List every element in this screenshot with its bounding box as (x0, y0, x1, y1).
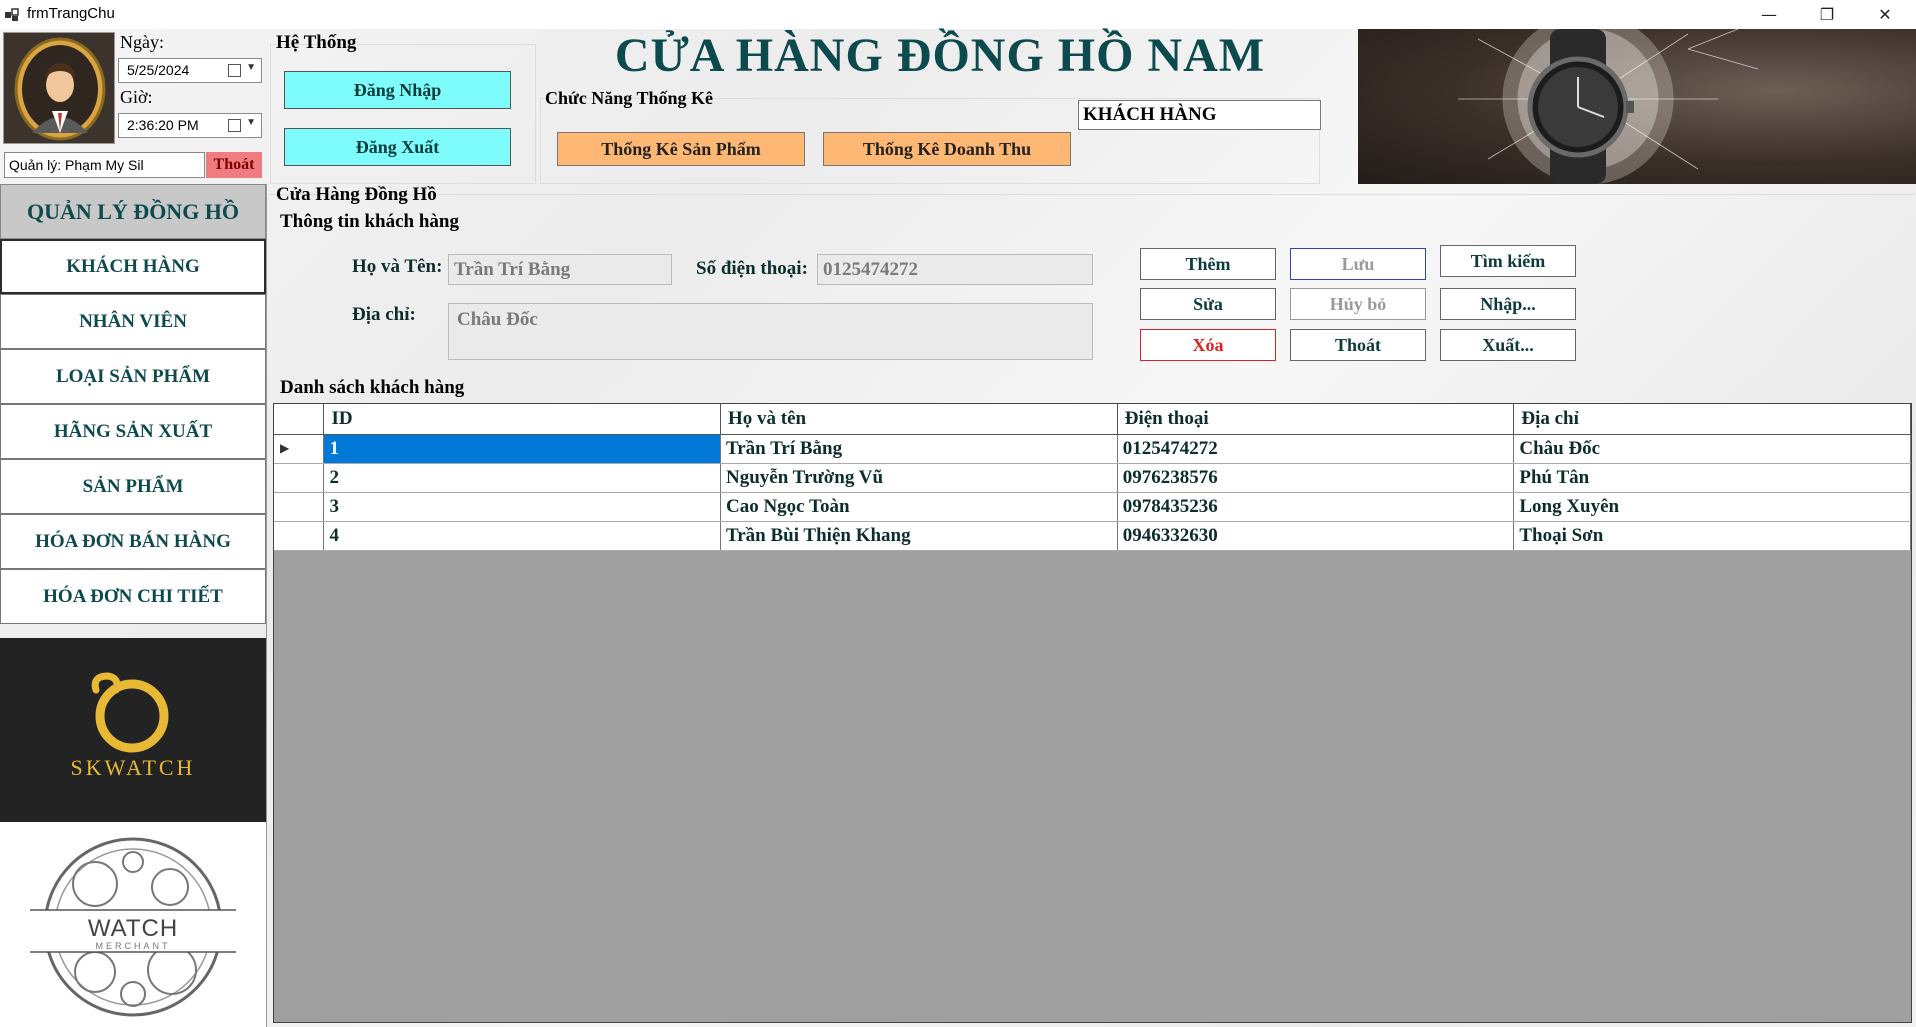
stats-products-button[interactable]: Thống Kê Sản Phẩm (557, 132, 805, 166)
cancel-button[interactable]: Hủy bỏ (1290, 288, 1426, 320)
calendar-icon[interactable] (228, 64, 241, 77)
sidebar-item-hoa-don-ban-hang[interactable]: HÓA ĐƠN BÁN HÀNG (0, 514, 266, 569)
cell-phone[interactable]: 0976238576 (1117, 463, 1515, 493)
cell-id[interactable]: 4 (323, 521, 721, 551)
cell-phone[interactable]: 0978435236 (1117, 492, 1515, 522)
column-header-name[interactable]: Họ và tên (720, 404, 1118, 435)
search-button[interactable]: Tìm kiếm (1440, 245, 1576, 277)
column-header-id[interactable]: ID (323, 404, 721, 435)
row-header[interactable] (274, 463, 325, 493)
signout-button[interactable]: Đăng Xuất (284, 128, 511, 166)
sidebar-item-san-pham[interactable]: SẢN PHẨM (0, 459, 266, 514)
cell-name[interactable]: Trần Bùi Thiện Khang (720, 521, 1118, 551)
delete-button[interactable]: Xóa (1140, 329, 1276, 361)
window-titlebar: frmTrangChu — ❐ ✕ (0, 0, 1916, 29)
row-indicator-icon[interactable]: ▶ (274, 434, 325, 464)
cell-id[interactable]: 3 (323, 492, 721, 522)
cell-name[interactable]: Cao Ngọc Toàn (720, 492, 1118, 522)
edit-button[interactable]: Sửa (1140, 288, 1276, 320)
skwatch-logo-text: SKWATCH (71, 755, 196, 780)
column-header-address[interactable]: Địa chỉ (1513, 404, 1911, 435)
watch-logo-subtext: MERCHANT (96, 941, 171, 951)
sidebar-item-hoa-don-chi-tiet[interactable]: HÓA ĐƠN CHI TIẾT (0, 569, 266, 624)
column-header-phone[interactable]: Điện thoại (1117, 404, 1515, 435)
table-row[interactable]: 4 Trần Bùi Thiện Khang 0946332630 Thoại … (274, 521, 1911, 551)
minimize-button[interactable]: — (1746, 0, 1792, 29)
cell-address[interactable]: Phú Tân (1513, 463, 1911, 493)
watch-logo-text: WATCH (88, 915, 178, 942)
spin-icon[interactable] (228, 119, 241, 132)
store-group-title: Cửa Hàng Đồng Hồ (276, 184, 437, 205)
address-label: Địa chỉ: (352, 304, 416, 325)
import-button[interactable]: Nhập... (1440, 288, 1576, 320)
cell-id[interactable]: 1 (323, 434, 721, 464)
stats-revenue-button[interactable]: Thống Kê Doanh Thu (823, 132, 1071, 166)
system-group-title: Hệ Thống (276, 32, 357, 53)
sidebar-item-hang-san-xuat[interactable]: HÃNG SẢN XUẤT (0, 404, 266, 459)
address-input[interactable]: Châu Đốc (448, 303, 1093, 360)
current-section-field: KHÁCH HÀNG (1078, 100, 1321, 130)
table-row[interactable]: 2 Nguyễn Trường Vũ 0976238576 Phú Tân (274, 463, 1911, 493)
customer-list-title: Danh sách khách hàng (280, 377, 465, 398)
cell-phone[interactable]: 0946332630 (1117, 521, 1515, 551)
customer-info-title: Thông tin khách hàng (280, 211, 459, 232)
sidebar-header: QUẢN LÝ ĐỒNG HỒ (0, 184, 266, 239)
date-value: 5/25/2024 (127, 62, 190, 78)
cell-address[interactable]: Châu Đốc (1513, 434, 1911, 464)
cell-address[interactable]: Long Xuyên (1513, 492, 1911, 522)
login-button[interactable]: Đăng Nhập (284, 71, 511, 109)
logout-button[interactable]: Thoát (206, 152, 262, 178)
table-row[interactable]: ▶ 1 Trần Trí Bằng 0125474272 Châu Đốc (274, 434, 1911, 464)
exit-button[interactable]: Thoát (1290, 329, 1426, 361)
sidebar-item-khach-hang[interactable]: KHÁCH HÀNG (0, 239, 266, 294)
date-picker[interactable]: 5/25/2024 ▼ (118, 58, 262, 83)
cell-id[interactable]: 2 (323, 463, 721, 493)
cell-name[interactable]: Nguyễn Trường Vũ (720, 463, 1118, 493)
add-button[interactable]: Thêm (1140, 248, 1276, 280)
table-header-row: ID Họ và tên Điện thoại Địa chỉ (274, 404, 1911, 435)
row-header[interactable] (274, 492, 325, 522)
customer-table: ID Họ và tên Điện thoại Địa chỉ ▶ 1 Trần… (274, 404, 1911, 551)
cell-name[interactable]: Trần Trí Bằng (720, 434, 1118, 464)
store-title: CỬA HÀNG ĐỒNG HỒ NAM (614, 29, 1266, 82)
customer-grid[interactable]: ID Họ và tên Điện thoại Địa chỉ ▶ 1 Trần… (273, 403, 1912, 1023)
row-header[interactable] (274, 521, 325, 551)
watch-banner-image (1358, 29, 1916, 184)
time-value: 2:36:20 PM (127, 117, 199, 133)
chevron-down-icon[interactable]: ▼ (246, 117, 256, 128)
phone-input[interactable]: 0125474272 (817, 254, 1093, 285)
chevron-down-icon[interactable]: ▼ (246, 62, 256, 73)
sidebar-item-nhan-vien[interactable]: NHÂN VIÊN (0, 294, 266, 349)
window-title: frmTrangChu (27, 5, 115, 22)
phone-label: Số điện thoại: (696, 258, 808, 279)
manager-field[interactable]: Quản lý: Phạm My Sil (4, 152, 205, 178)
cell-address[interactable]: Thoại Sơn (1513, 521, 1911, 551)
sidebar-divider (266, 184, 267, 1027)
cell-phone[interactable]: 0125474272 (1117, 434, 1515, 464)
table-row[interactable]: 3 Cao Ngọc Toàn 0978435236 Long Xuyên (274, 492, 1911, 522)
save-button[interactable]: Lưu (1290, 248, 1426, 280)
stats-group-title: Chức Năng Thống Kê (545, 88, 714, 108)
maximize-button[interactable]: ❐ (1804, 0, 1850, 29)
date-label: Ngày: (120, 32, 164, 52)
time-label: Giờ: (120, 87, 153, 107)
user-avatar-icon (14, 37, 106, 141)
close-button[interactable]: ✕ (1862, 0, 1908, 29)
export-button[interactable]: Xuất... (1440, 329, 1576, 361)
name-input[interactable]: Trần Trí Bằng (448, 254, 672, 285)
app-icon (5, 8, 19, 21)
watch-merchant-logo: WATCH MERCHANT (0, 822, 266, 1027)
sidebar-item-loai-san-pham[interactable]: LOẠI SẢN PHẨM (0, 349, 266, 404)
time-picker[interactable]: 2:36:20 PM ▼ (118, 113, 262, 138)
skwatch-logo: SKWATCH (0, 638, 266, 822)
avatar (3, 32, 115, 144)
name-label: Họ và Tên: (352, 256, 443, 277)
row-header-corner (274, 404, 325, 435)
